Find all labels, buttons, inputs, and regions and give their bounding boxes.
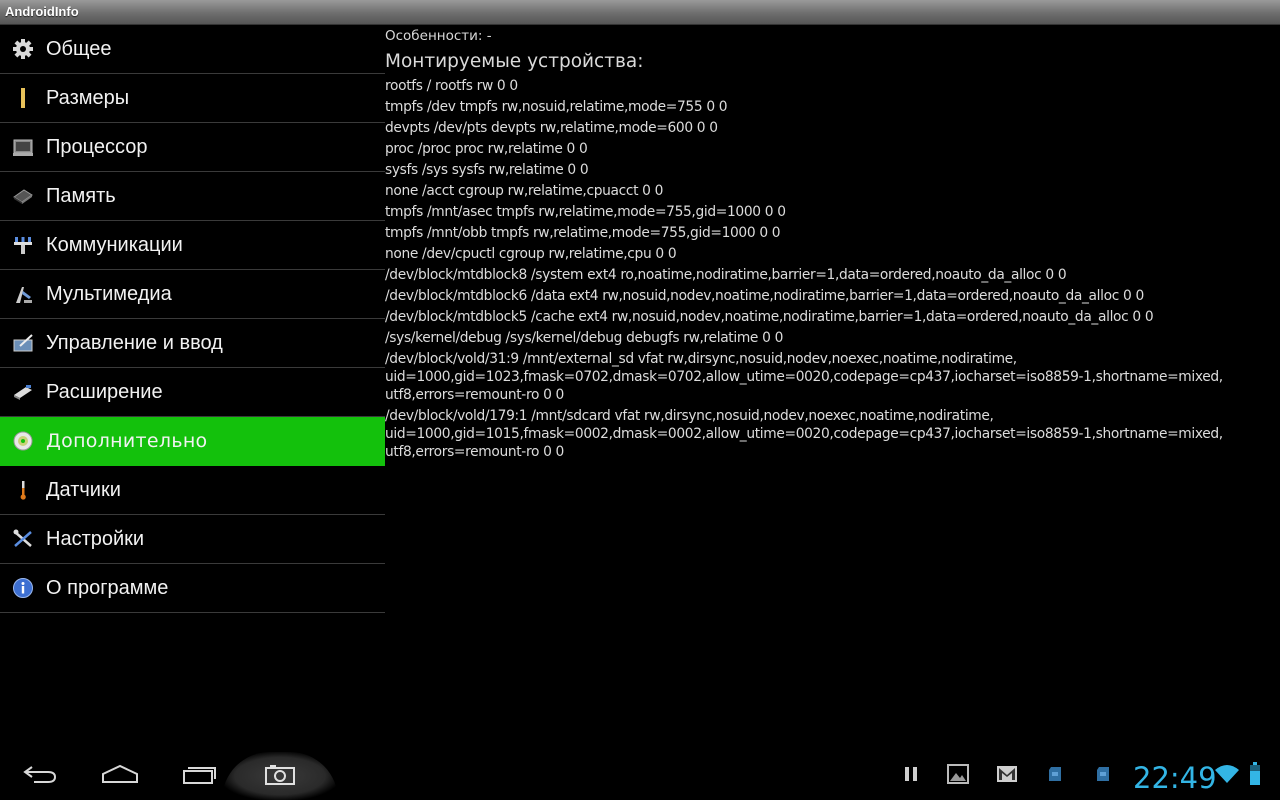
extension-icon	[0, 368, 46, 416]
sidebar-item-additional[interactable]: Дополнительно	[0, 417, 385, 466]
sidebar-item-settings[interactable]: Настройки	[0, 515, 385, 564]
sidebar-item-multimedia[interactable]: Мультимедиа	[0, 270, 385, 319]
sidebar-item-label: Процессор	[46, 135, 148, 158]
mount-entry: rootfs / rootfs rw 0 0	[385, 78, 518, 94]
sidebar-item-label: Расширение	[46, 380, 163, 403]
sidebar-item-about[interactable]: О программе	[0, 564, 385, 613]
home-button[interactable]	[80, 752, 160, 800]
sd-card-notification[interactable]	[1044, 765, 1066, 787]
sidebar-item-label: О программе	[46, 576, 169, 599]
mount-entry: proc /proc proc rw,relatime 0 0	[385, 141, 588, 157]
mount-entry: devpts /dev/pts devpts rw,relatime,mode=…	[385, 120, 718, 136]
mount-entry: /sys/kernel/debug /sys/kernel/debug debu…	[385, 330, 783, 346]
wifi-status[interactable]	[1214, 763, 1240, 789]
system-navigation-bar: 22:49	[0, 752, 1280, 800]
screenshot-icon	[264, 763, 296, 789]
gmail-icon	[996, 765, 1018, 787]
sidebar-item-processor[interactable]: Процессор	[0, 123, 385, 172]
sidebar-item-extension[interactable]: Расширение	[0, 368, 385, 417]
sidebar-item-memory[interactable]: Память	[0, 172, 385, 221]
battery-status[interactable]	[1248, 762, 1262, 790]
wifi-icon	[1214, 763, 1240, 789]
sidebar-item-label: Настройки	[46, 527, 145, 550]
sidebar-item-label: Датчики	[46, 478, 121, 501]
mount-entry: none /acct cgroup rw,relatime,cpuacct 0 …	[385, 183, 664, 199]
sidebar-item-communications[interactable]: Коммуникации	[0, 221, 385, 270]
gmail-notification[interactable]	[996, 765, 1018, 787]
sidebar-item-general[interactable]: Общее	[0, 25, 385, 74]
info-icon	[0, 564, 46, 612]
gallery-icon	[947, 764, 969, 788]
sidebar-item-label: Общее	[46, 37, 112, 60]
sd-card-icon	[1096, 766, 1110, 786]
clock[interactable]: 22:49	[1133, 761, 1217, 795]
title-bar: AndroidInfo	[0, 0, 1280, 25]
back-button[interactable]	[0, 752, 80, 800]
sidebar-item-label: Память	[46, 184, 116, 207]
home-icon	[101, 764, 139, 788]
pause-notification[interactable]	[900, 765, 922, 787]
mount-entry: sysfs /sys sysfs rw,relatime 0 0	[385, 162, 589, 178]
mount-entry: /dev/block/mtdblock6 /data ext4 rw,nosui…	[385, 288, 1144, 304]
sd-card-notification[interactable]	[1092, 765, 1114, 787]
tools-icon	[0, 515, 46, 563]
gallery-notification[interactable]	[947, 764, 969, 788]
sidebar-item-label: Размеры	[46, 86, 130, 109]
recent-apps-icon	[182, 763, 218, 789]
back-icon	[22, 763, 58, 789]
pause-icon	[902, 765, 920, 787]
features-line: Особенности: -	[385, 28, 492, 44]
sidebar-menu: Общее Размеры Процессор Память Коммуника…	[0, 25, 385, 613]
antenna-icon	[0, 221, 46, 269]
mount-entry: /dev/block/mtdblock5 /cache ext4 rw,nosu…	[385, 309, 1154, 325]
recent-apps-button[interactable]	[160, 752, 240, 800]
mount-entry: /dev/block/vold/31:9 /mnt/external_sd vf…	[385, 351, 1223, 403]
sidebar-item-sizes[interactable]: Размеры	[0, 74, 385, 123]
gear-icon	[0, 25, 46, 73]
sidebar-item-label: Мультимедиа	[46, 282, 172, 305]
app-title: AndroidInfo	[5, 4, 79, 19]
sidebar-item-sensors[interactable]: Датчики	[0, 466, 385, 515]
mount-entry: tmpfs /mnt/obb tmpfs rw,relatime,mode=75…	[385, 225, 781, 241]
mount-entry: tmpfs /dev tmpfs rw,nosuid,relatime,mode…	[385, 99, 728, 115]
memory-chip-icon	[0, 172, 46, 220]
mount-entry: tmpfs /mnt/asec tmpfs rw,relatime,mode=7…	[385, 204, 786, 220]
mount-list: rootfs / rootfs rw 0 0 tmpfs /dev tmpfs …	[385, 77, 1265, 461]
sidebar-item-input[interactable]: Управление и ввод	[0, 319, 385, 368]
mounts-title: Монтируемые устройства:	[385, 51, 644, 72]
mount-entry: /dev/block/mtdblock8 /system ext4 ro,noa…	[385, 267, 1067, 283]
ruler-icon	[0, 74, 46, 122]
multimedia-icon	[0, 270, 46, 318]
mount-entry: none /dev/cpuctl cgroup rw,relatime,cpu …	[385, 246, 677, 262]
screenshot-button[interactable]	[240, 752, 320, 800]
sidebar-item-label: Дополнительно	[46, 430, 208, 452]
sidebar-item-label: Коммуникации	[46, 233, 183, 256]
battery-icon	[1249, 762, 1261, 790]
thermometer-icon	[0, 466, 46, 514]
input-pen-icon	[0, 319, 46, 367]
sd-card-icon	[1048, 766, 1062, 786]
processor-icon	[0, 123, 46, 171]
disc-icon	[0, 417, 46, 465]
sidebar-item-label: Управление и ввод	[46, 331, 223, 354]
details-panel: Особенности: - Монтируемые устройства: r…	[385, 27, 1265, 464]
mount-entry: /dev/block/vold/179:1 /mnt/sdcard vfat r…	[385, 408, 1223, 460]
